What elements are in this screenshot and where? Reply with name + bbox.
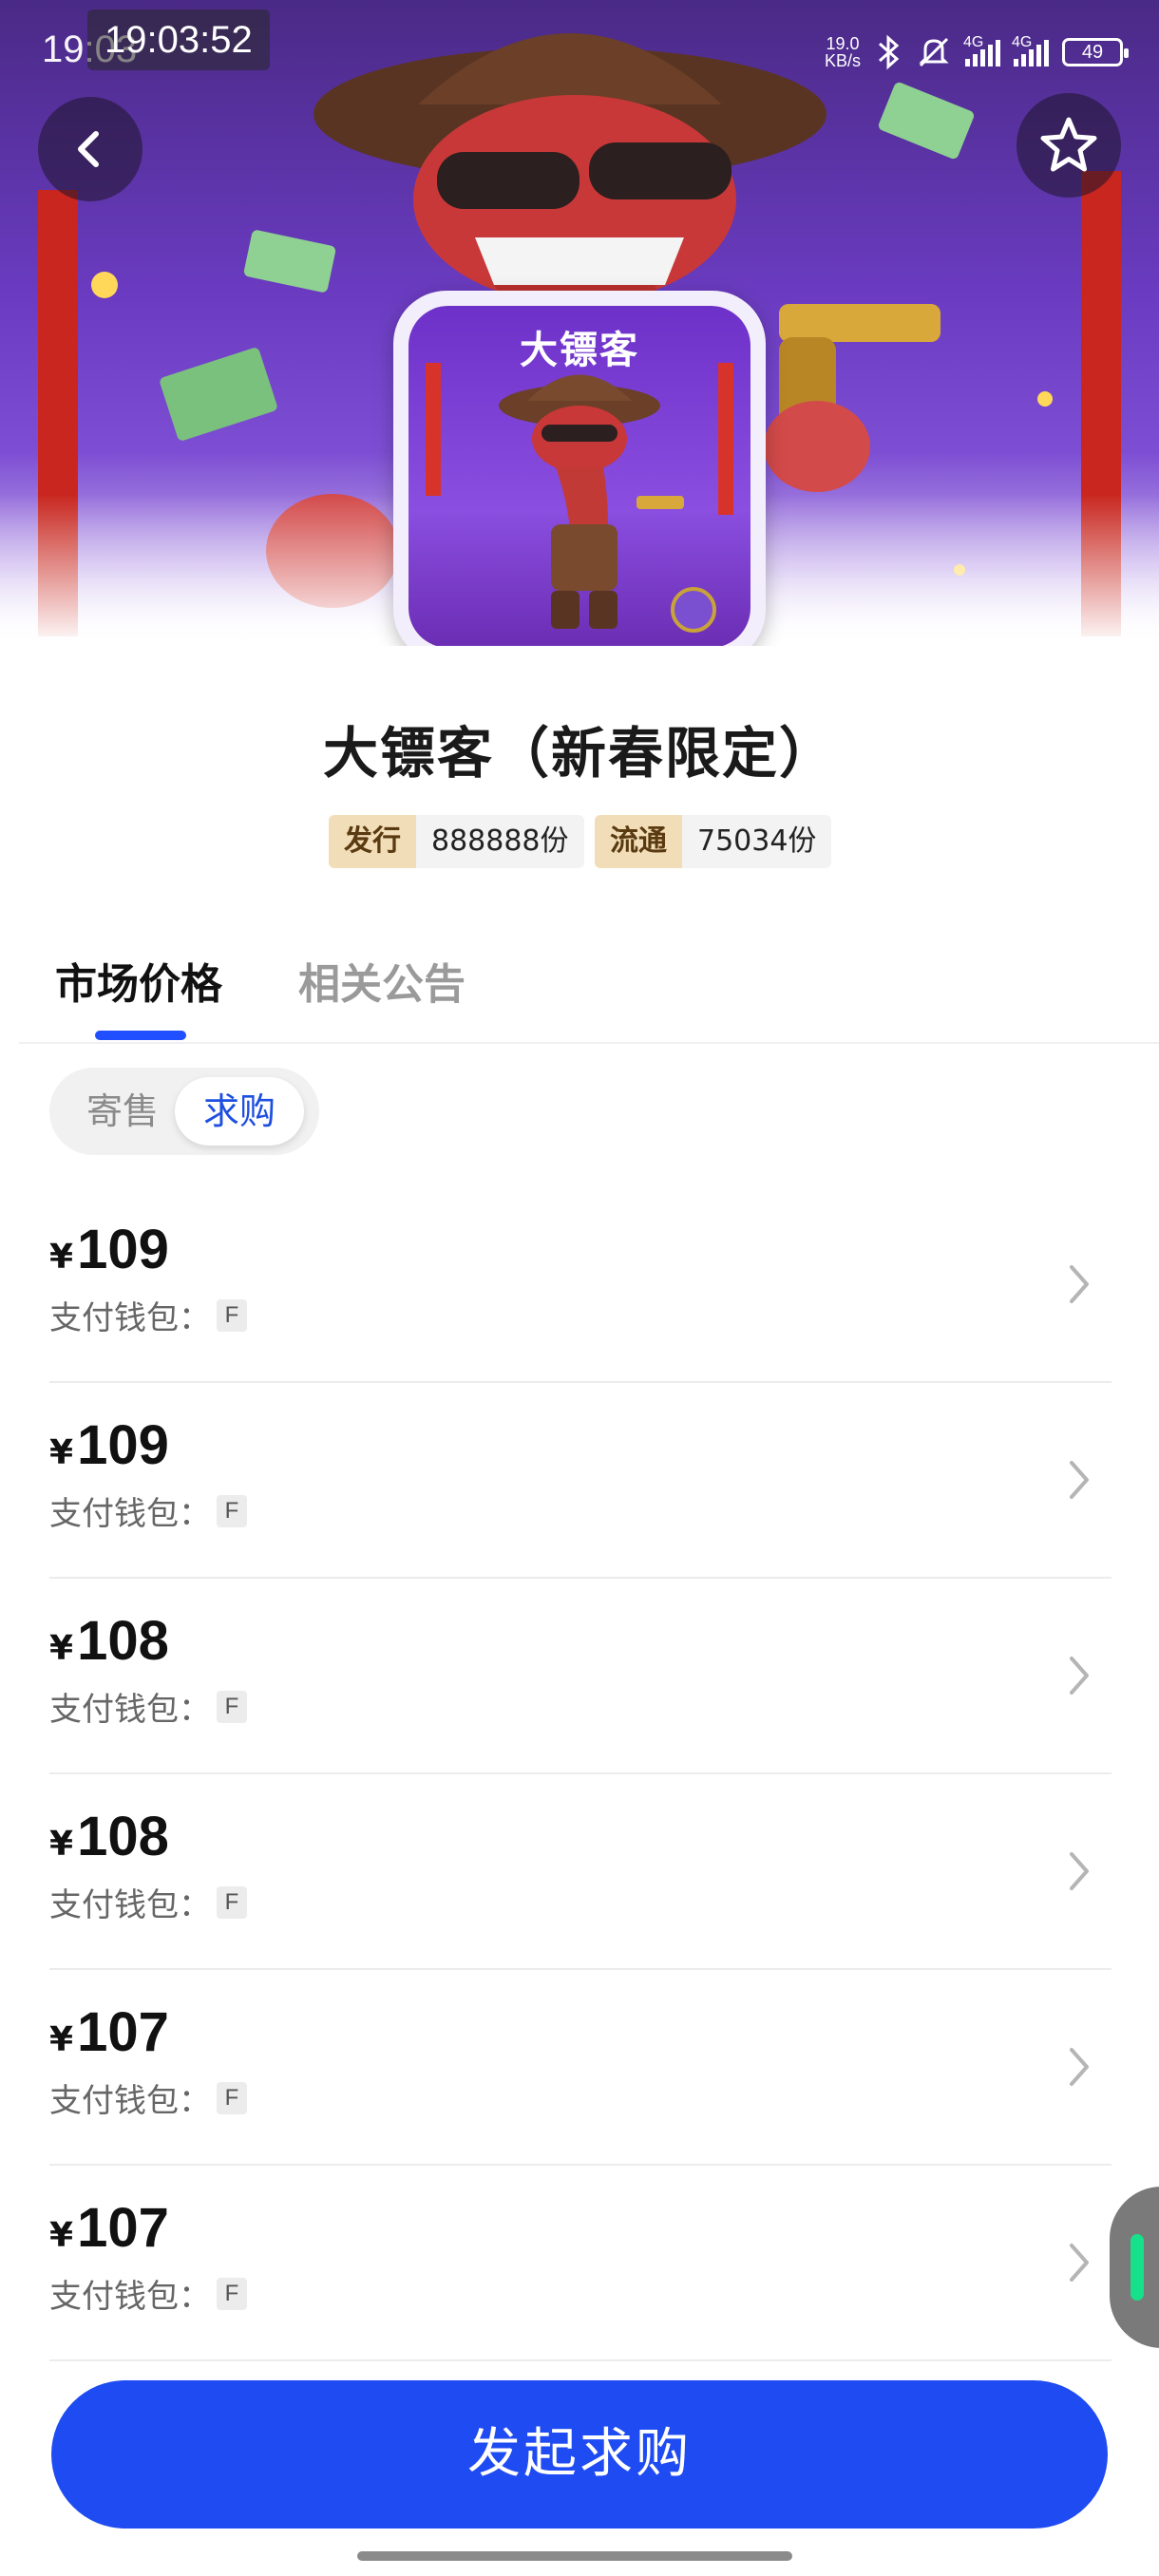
status-icons: 19.0 KB/s 4G 4G 49 xyxy=(825,28,1129,76)
product-image: 大镖客 xyxy=(408,306,750,646)
currency-symbol: ¥ xyxy=(49,1825,74,1864)
order-price: ¥ 108 xyxy=(49,1805,169,1868)
chevron-right-icon xyxy=(1070,2048,1089,2086)
circulation-value: 75034份 xyxy=(682,815,832,868)
buy-order-list: ¥ 109 支付钱包： F ¥ 109 支付钱包： F ¥ 108 支付钱包： … xyxy=(49,1187,1112,2361)
order-price: ¥ 109 xyxy=(49,1413,169,1477)
price-value: 107 xyxy=(77,2001,169,2063)
chevron-right-icon xyxy=(1070,1265,1089,1303)
wallet-info: 支付钱包： F xyxy=(49,1487,247,1534)
list-item[interactable]: ¥ 108 支付钱包： F xyxy=(49,1579,1112,1774)
order-price: ¥ 108 xyxy=(49,1609,169,1673)
home-indicator[interactable] xyxy=(357,2551,792,2561)
wallet-info: 支付钱包： F xyxy=(49,1292,247,1338)
currency-symbol: ¥ xyxy=(49,2020,74,2059)
chevron-right-icon xyxy=(1070,1461,1089,1499)
active-tab-indicator xyxy=(95,1031,186,1040)
issue-stat: 发行 888888份 xyxy=(329,815,584,868)
segment-buy-request[interactable]: 求购 xyxy=(175,1077,304,1146)
assistant-indicator xyxy=(1130,2234,1144,2301)
currency-symbol: ¥ xyxy=(49,1238,74,1277)
signal-type-1: 4G xyxy=(963,34,984,50)
list-item[interactable]: ¥ 107 支付钱包： F xyxy=(49,1970,1112,2166)
list-item[interactable]: ¥ 107 支付钱包： F xyxy=(49,2166,1112,2361)
issue-value: 888888份 xyxy=(416,815,584,868)
list-item[interactable]: ¥ 109 支付钱包： F xyxy=(49,1187,1112,1383)
star-outline-icon xyxy=(1040,117,1097,172)
battery-icon: 49 xyxy=(1062,38,1129,66)
wallet-tag: F xyxy=(217,2081,247,2114)
floating-assistant-button[interactable] xyxy=(1110,2187,1159,2348)
price-value: 109 xyxy=(77,1414,169,1476)
tab-market-price[interactable]: 市场价格 xyxy=(55,955,222,1015)
wallet-tag: F xyxy=(217,1298,247,1332)
wallet-tag: F xyxy=(217,2277,247,2310)
wallet-label: 支付钱包： xyxy=(49,1886,211,1924)
list-item[interactable]: ¥ 109 支付钱包： F xyxy=(49,1383,1112,1579)
tab-announcements[interactable]: 相关公告 xyxy=(298,955,466,1015)
mute-bell-icon xyxy=(919,37,949,67)
wallet-label: 支付钱包： xyxy=(49,1691,211,1729)
product-title: 大镖客（新春限定） xyxy=(322,721,836,786)
price-value: 108 xyxy=(77,1806,169,1867)
wallet-label: 支付钱包： xyxy=(49,1299,211,1337)
status-time-overlay: 19:03:52 xyxy=(87,9,270,70)
wallet-info: 支付钱包： F xyxy=(49,1879,247,1925)
wallet-tag: F xyxy=(217,1885,247,1919)
wallet-tag: F xyxy=(217,1494,247,1527)
issue-label: 发行 xyxy=(329,815,416,868)
back-button[interactable] xyxy=(38,97,142,201)
wallet-label: 支付钱包： xyxy=(49,1495,211,1533)
price-value: 108 xyxy=(77,1610,169,1672)
signal-strength-icon-2: 4G xyxy=(1012,34,1049,66)
list-item[interactable]: ¥ 108 支付钱包： F xyxy=(49,1774,1112,1970)
order-type-toggle: 寄售 求购 xyxy=(49,1068,319,1155)
network-speed: 19.0 KB/s xyxy=(825,35,861,69)
wallet-tag: F xyxy=(217,1690,247,1723)
order-price: ¥ 109 xyxy=(49,1218,169,1281)
chevron-right-icon xyxy=(1070,2244,1089,2282)
wallet-label: 支付钱包： xyxy=(49,2278,211,2316)
chevron-right-icon xyxy=(1070,1657,1089,1695)
network-speed-value: 19.0 xyxy=(826,34,860,53)
order-price: ¥ 107 xyxy=(49,2000,169,2064)
bluetooth-icon xyxy=(879,34,900,70)
currency-symbol: ¥ xyxy=(49,1433,74,1472)
favorite-button[interactable] xyxy=(1016,93,1121,198)
start-buy-request-button[interactable]: 发起求购 xyxy=(51,2380,1108,2529)
network-speed-unit: KB/s xyxy=(824,51,861,70)
signal-strength-icon: 4G xyxy=(963,34,1000,66)
wallet-info: 支付钱包： F xyxy=(49,2270,247,2317)
product-thumbnail: 大镖客 xyxy=(393,291,766,646)
signal-type-2: 4G xyxy=(1012,34,1033,50)
product-character-art xyxy=(426,363,733,633)
currency-symbol: ¥ xyxy=(49,2216,74,2255)
circulation-stat: 流通 75034份 xyxy=(595,815,832,868)
chevron-left-icon xyxy=(78,131,99,167)
circulation-label: 流通 xyxy=(595,815,682,868)
hero-banner: 19:03 19:03:52 19.0 KB/s 4G 4G 49 xyxy=(0,0,1159,646)
price-value: 109 xyxy=(77,1219,169,1280)
currency-symbol: ¥ xyxy=(49,1629,74,1668)
tab-bar: 市场价格 相关公告 xyxy=(55,955,466,1015)
wallet-label: 支付钱包： xyxy=(49,2082,211,2120)
price-value: 107 xyxy=(77,2197,169,2259)
wallet-info: 支付钱包： F xyxy=(49,1683,247,1730)
wallet-info: 支付钱包： F xyxy=(49,2074,247,2121)
segment-consign[interactable]: 寄售 xyxy=(70,1068,175,1155)
battery-level: 49 xyxy=(1081,41,1104,63)
order-price: ¥ 107 xyxy=(49,2196,169,2260)
chevron-right-icon xyxy=(1070,1852,1089,1890)
tabs-divider xyxy=(19,1042,1159,1044)
